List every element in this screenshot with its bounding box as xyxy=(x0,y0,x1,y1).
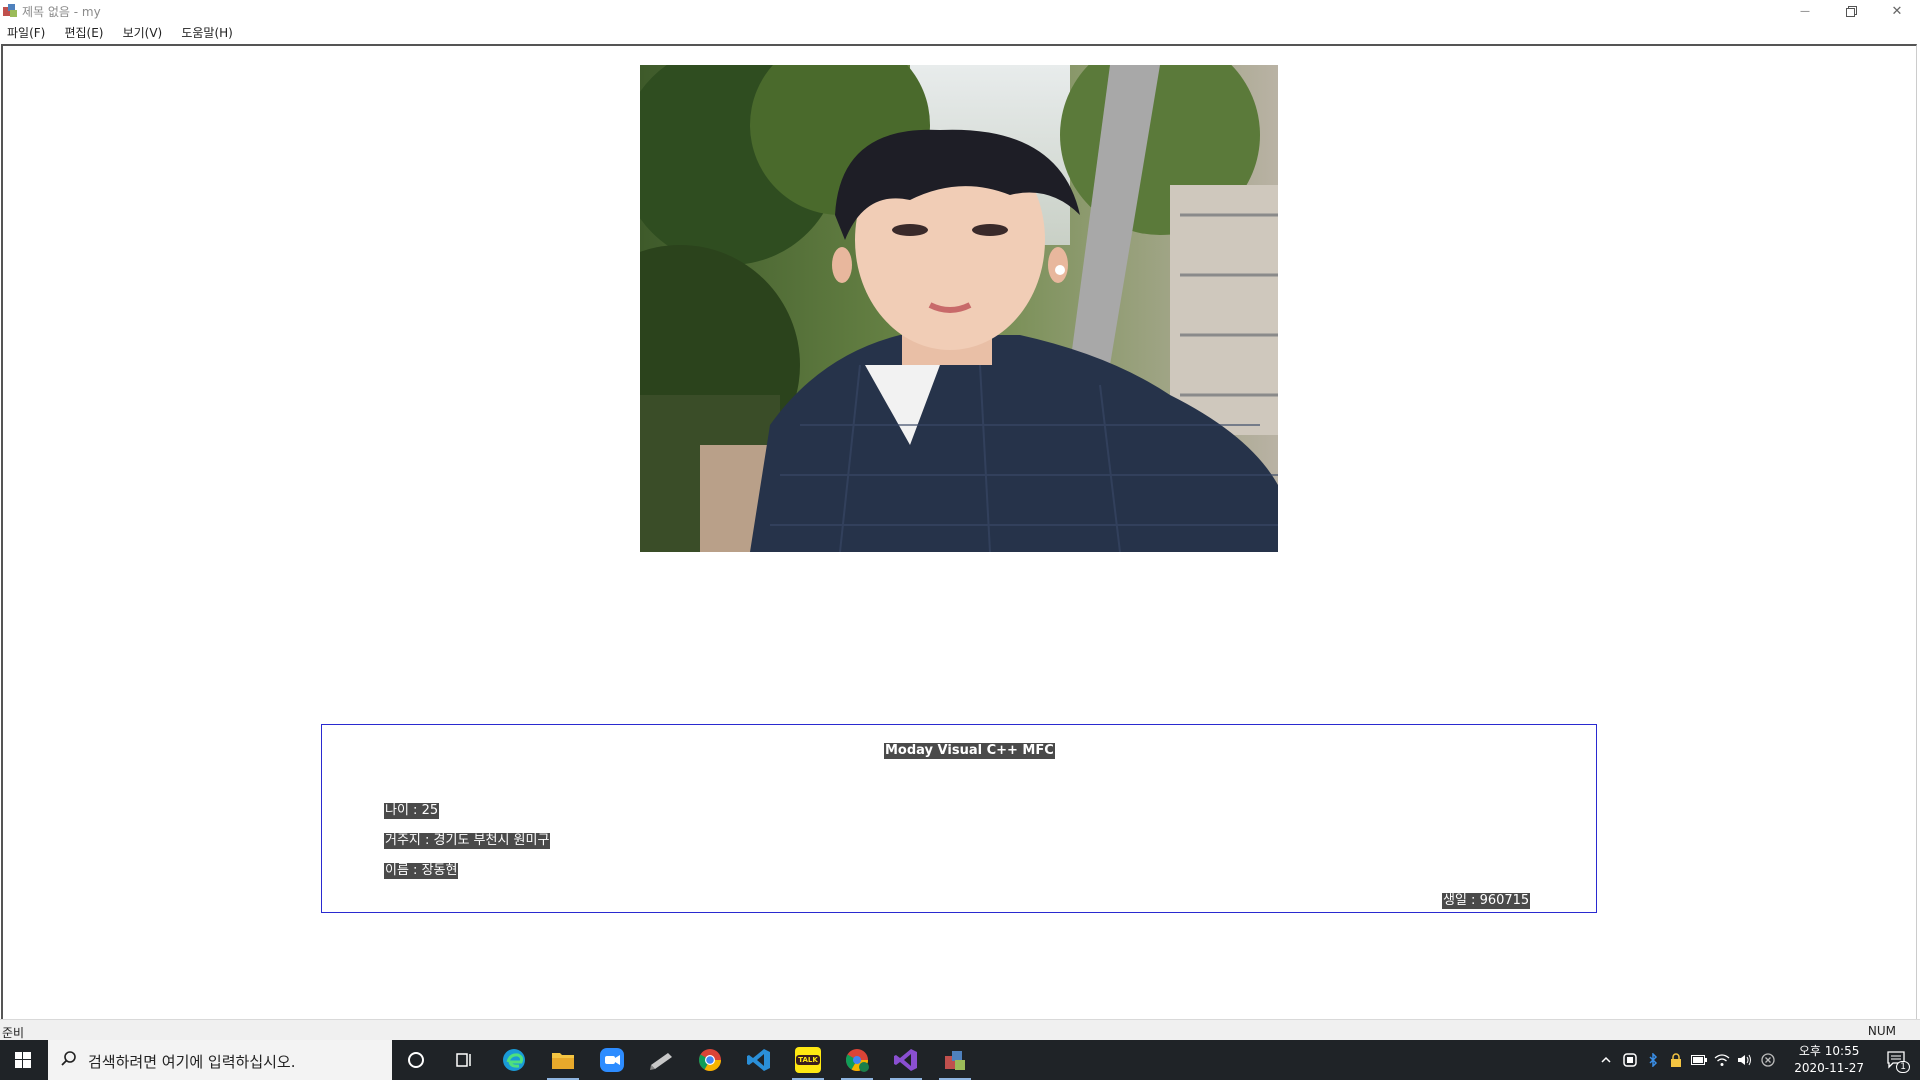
menu-edit[interactable]: 편집(E) xyxy=(57,22,110,41)
chrome-profile-button[interactable] xyxy=(833,1040,881,1080)
name-label: 이름 : 장동현 xyxy=(384,863,459,879)
restore-button[interactable] xyxy=(1828,0,1874,22)
tray-status-button[interactable] xyxy=(1760,1052,1776,1068)
file-explorer-icon xyxy=(552,1053,574,1069)
edge-button[interactable] xyxy=(490,1040,538,1080)
visual-studio-icon xyxy=(894,1049,917,1071)
close-button[interactable]: ✕ xyxy=(1874,0,1920,22)
birth-label: 생일 : 960715 xyxy=(1442,893,1531,909)
lock-icon xyxy=(1671,1053,1681,1067)
menu-view[interactable]: 보기(V) xyxy=(116,22,170,41)
kakaotalk-label: TALK xyxy=(796,1055,820,1065)
mfc-app-icon xyxy=(3,4,17,17)
zoom-button[interactable] xyxy=(588,1040,636,1080)
status-ready: 준비 xyxy=(2,1026,25,1040)
menu-bar: 파일(F) 편집(E) 보기(V) 도움말(H) xyxy=(0,22,1920,42)
kakaotalk-button[interactable]: TALK xyxy=(784,1040,832,1080)
profile-photo xyxy=(640,65,1278,552)
search-box[interactable]: 검색하려면 여기에 입력하십시오. xyxy=(48,1040,392,1080)
file-explorer-button[interactable] xyxy=(539,1040,587,1080)
security-button[interactable] xyxy=(1668,1052,1684,1068)
clock-date: 2020-11-27 xyxy=(1794,1061,1864,1075)
status-x-icon xyxy=(1761,1053,1775,1067)
window-title: 제목 없음 - my xyxy=(22,5,101,19)
vscode-icon xyxy=(747,1049,770,1071)
chrome-button[interactable] xyxy=(686,1040,734,1080)
close-icon: ✕ xyxy=(1891,3,1903,19)
info-heading: Moday Visual C++ MFC xyxy=(884,743,1055,759)
clock-time: 오후 10:55 xyxy=(1798,1044,1860,1058)
cortana-button[interactable] xyxy=(392,1040,440,1080)
menu-file[interactable]: 파일(F) xyxy=(0,22,52,41)
task-view-icon xyxy=(456,1053,471,1067)
windows-icon xyxy=(15,1052,31,1068)
battery-button[interactable] xyxy=(1691,1052,1707,1068)
system-tray: 오후 10:55 2020-11-27 1 xyxy=(1590,1040,1920,1080)
clock[interactable]: 오후 10:55 2020-11-27 xyxy=(1794,1043,1864,1077)
notification-badge: 1 xyxy=(1896,1061,1910,1073)
restore-icon xyxy=(1845,5,1857,17)
chrome-profile-icon xyxy=(846,1049,869,1072)
edge-icon xyxy=(503,1049,525,1071)
kakaotalk-icon: TALK xyxy=(795,1047,821,1073)
show-hidden-icons-button[interactable] xyxy=(1598,1052,1614,1068)
info-box: Moday Visual C++ MFC 나이 : 25 거주지 : 경기도 부… xyxy=(321,724,1597,913)
status-bar: 준비 NUM xyxy=(0,1019,1920,1040)
volume-button[interactable] xyxy=(1737,1052,1753,1068)
tray-app-button[interactable] xyxy=(1622,1052,1638,1068)
chrome-icon xyxy=(699,1049,721,1071)
vscode-button[interactable] xyxy=(735,1040,783,1080)
start-button[interactable] xyxy=(0,1040,46,1080)
visual-studio-button[interactable] xyxy=(882,1040,930,1080)
pen-app-icon xyxy=(650,1053,672,1070)
search-placeholder: 검색하려면 여기에 입력하십시오. xyxy=(88,1053,296,1071)
age-label: 나이 : 25 xyxy=(384,803,440,819)
device-icon xyxy=(1623,1053,1637,1067)
wifi-icon xyxy=(1714,1054,1730,1066)
bluetooth-icon xyxy=(1649,1053,1658,1067)
chevron-up-icon xyxy=(1601,1056,1611,1063)
minimize-button[interactable]: — xyxy=(1782,0,1828,22)
volume-icon xyxy=(1738,1054,1751,1066)
search-icon xyxy=(61,1051,76,1066)
bluetooth-button[interactable] xyxy=(1645,1052,1661,1068)
minimize-icon: — xyxy=(1800,5,1810,17)
taskbar: 검색하려면 여기에 입력하십시오. TALK 오후 10:55 2020-11-… xyxy=(0,1040,1920,1080)
pen-app-button[interactable] xyxy=(637,1040,685,1080)
zoom-icon xyxy=(600,1048,624,1072)
notification-button[interactable]: 1 xyxy=(1886,1050,1910,1073)
title-bar: 제목 없음 - my — ✕ xyxy=(0,0,1920,22)
status-num-indicator: NUM xyxy=(1867,1024,1896,1038)
menu-help[interactable]: 도움말(H) xyxy=(174,22,240,41)
mfc-app-icon xyxy=(945,1051,965,1070)
mfc-app-button[interactable] xyxy=(931,1040,979,1080)
cortana-icon xyxy=(408,1052,424,1068)
battery-icon xyxy=(1691,1055,1707,1065)
wifi-button[interactable] xyxy=(1714,1052,1730,1068)
task-view-button[interactable] xyxy=(440,1040,488,1080)
profile-photo-image xyxy=(640,65,1278,552)
address-label: 거주지 : 경기도 부천시 원미구 xyxy=(384,833,551,849)
